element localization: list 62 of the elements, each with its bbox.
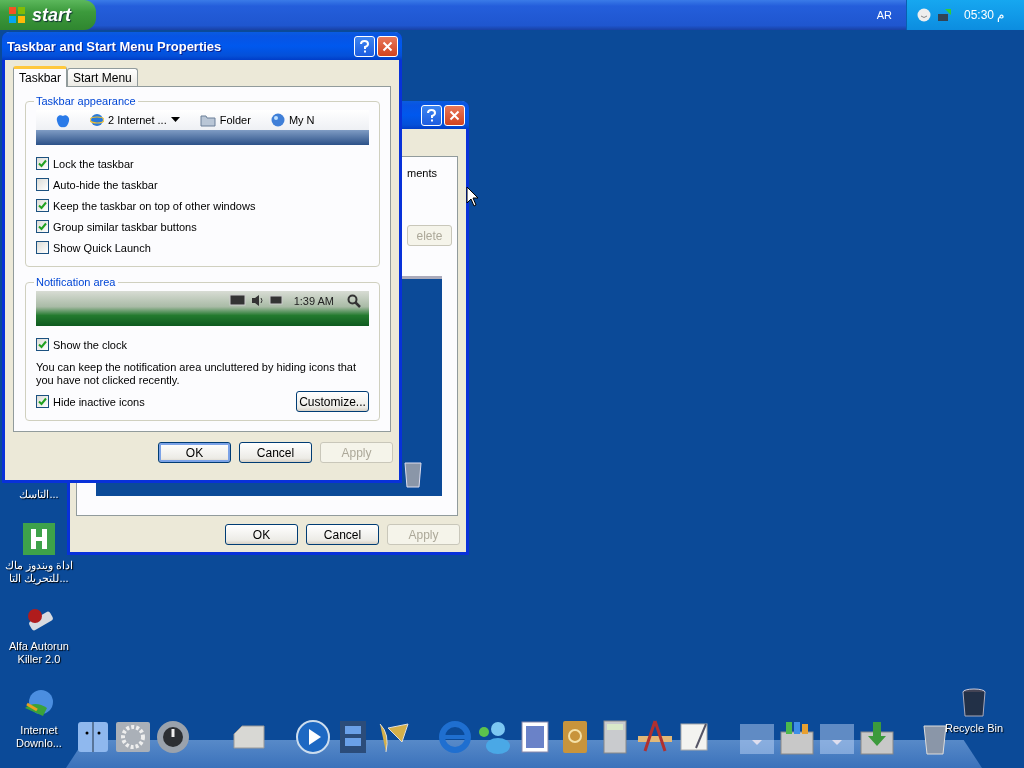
tab[interactable]: Taskbar — [13, 66, 68, 87]
apple-icon — [56, 112, 70, 128]
help-button[interactable] — [421, 104, 442, 126]
group-title: Taskbar appearance — [35, 95, 137, 107]
dialog-button[interactable]: OK — [225, 524, 298, 545]
checkbox[interactable] — [36, 157, 49, 170]
language-indicator[interactable]: AR — [876, 9, 892, 21]
start-button[interactable]: start — [0, 0, 96, 30]
checkbox[interactable] — [36, 241, 49, 254]
dialog-button[interactable]: Cancel — [239, 442, 312, 463]
checkbox-label: Lock the taskbar — [53, 157, 134, 170]
desktop-icon-label[interactable]: Alfa Autorun Killer 2.0 — [9, 640, 69, 666]
close-button[interactable] — [444, 104, 465, 126]
checkbox[interactable] — [36, 220, 49, 233]
checkbox[interactable] — [36, 338, 49, 351]
dialog-button[interactable]: Cancel — [306, 524, 379, 545]
desktop-icon-label[interactable]: Internet Downlo... — [16, 724, 62, 750]
checkbox-label: Group similar taskbar buttons — [53, 220, 197, 233]
dialog-button[interactable]: OK — [158, 442, 231, 463]
smiley-icon[interactable] — [917, 8, 931, 22]
preview-item-label: 2 Internet ... — [108, 114, 167, 126]
checkbox-label: Show the clock — [53, 338, 127, 351]
help-button[interactable] — [354, 35, 375, 57]
close-icon — [382, 40, 393, 52]
help-icon — [426, 108, 437, 122]
checkbox-label: Hide inactive icons — [53, 395, 145, 408]
mouse-pointer-icon — [466, 186, 479, 207]
close-icon — [449, 109, 460, 121]
tab[interactable]: Start Menu — [67, 68, 138, 86]
window-text: ments — [407, 167, 438, 179]
checkbox-label: Auto-hide the taskbar — [53, 178, 158, 191]
trash-icon — [404, 460, 422, 488]
checkbox-label: Show Quick Launch — [53, 241, 151, 254]
battery-icon — [268, 294, 283, 306]
checkbox[interactable] — [36, 178, 49, 191]
power-icon[interactable] — [154, 718, 192, 756]
help-icon — [359, 39, 370, 53]
h-app-icon[interactable] — [23, 523, 55, 555]
preview-item-label: My N — [288, 114, 315, 126]
globe-icon — [270, 113, 285, 127]
checkbox[interactable] — [36, 395, 49, 408]
dropdown-arrow-icon — [170, 117, 180, 123]
desktop-icon-label[interactable]: Recycle Bin — [944, 722, 1004, 735]
close-button[interactable] — [377, 35, 398, 57]
speaker-icon — [250, 294, 264, 307]
checkbox[interactable] — [36, 199, 49, 212]
folder-icon — [199, 113, 216, 127]
recycle-bin-icon[interactable] — [961, 688, 987, 718]
desktop-icon-label[interactable]: اداة ويندوز ماك للتحريك التا... — [4, 559, 74, 585]
desktop-icon-label[interactable]: التاسك... — [19, 488, 59, 501]
windows-logo-icon — [8, 6, 26, 24]
customize-button[interactable]: Customize... — [296, 391, 369, 412]
preview-item-label: Folder — [219, 114, 251, 126]
window-title: Taskbar and Start Menu Properties — [7, 38, 223, 54]
ie-icon — [90, 113, 104, 127]
monitor-icon — [228, 294, 246, 308]
play-icon[interactable] — [294, 718, 332, 756]
checkbox-label: Keep the taskbar on top of other windows — [53, 199, 256, 212]
group-title: Notification area — [35, 276, 117, 288]
description-text: You can keep the notification area uncluttered by hiding icons that you have not clicked recently. — [36, 361, 358, 387]
search-icon — [347, 294, 361, 308]
preview-clock: 1:39 AM — [293, 295, 334, 307]
